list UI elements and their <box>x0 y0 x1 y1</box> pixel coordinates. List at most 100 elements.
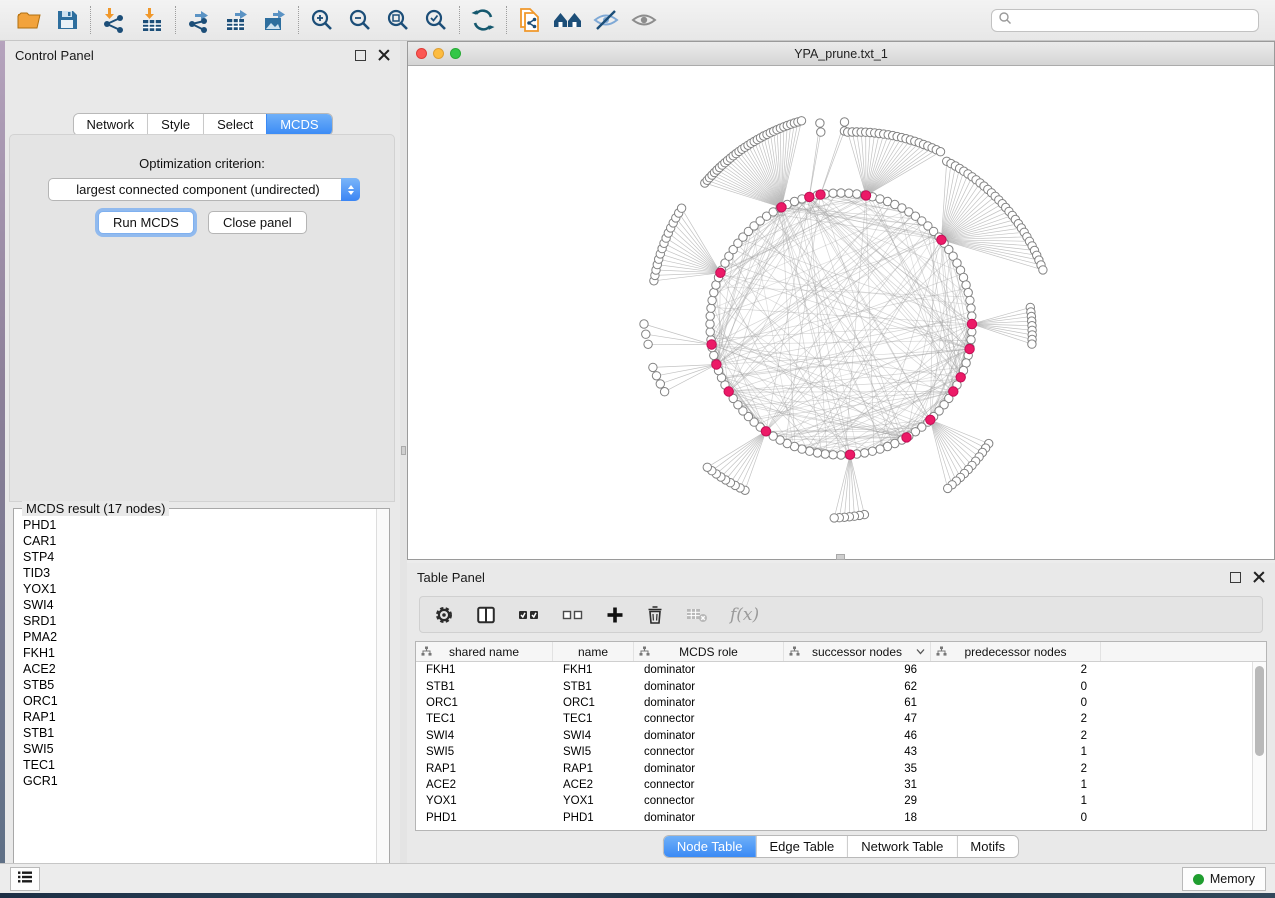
column-header-MCDS-role[interactable]: MCDS role <box>634 642 784 661</box>
search-input[interactable] <box>1012 13 1252 27</box>
tab-style[interactable]: Style <box>147 114 203 135</box>
new-network-from-selection-icon[interactable] <box>511 5 549 35</box>
mcds-result-item[interactable]: RAP1 <box>23 709 376 725</box>
table-cell: 1 <box>931 746 1101 758</box>
tab-network-table[interactable]: Network Table <box>847 836 956 857</box>
zoom-in-icon[interactable] <box>303 5 341 35</box>
zoom-out-icon[interactable] <box>341 5 379 35</box>
network-canvas[interactable] <box>408 66 1274 559</box>
table-cell: dominator <box>634 812 784 824</box>
table-cell: RAP1 <box>553 763 634 775</box>
save-icon[interactable] <box>48 5 86 35</box>
hide-selected-icon[interactable] <box>587 5 625 35</box>
table-row[interactable]: TEC1TEC1connector472 <box>416 711 1252 727</box>
table-row[interactable]: STB1STB1dominator620 <box>416 678 1252 694</box>
tab-node-table[interactable]: Node Table <box>664 836 756 857</box>
export-network-icon[interactable] <box>180 5 218 35</box>
vertical-splitter[interactable] <box>400 41 407 863</box>
mcds-tab-content: Optimization criterion: largest connecte… <box>9 134 395 502</box>
table-cell: 29 <box>784 795 931 807</box>
table-row[interactable]: SWI5SWI5connector431 <box>416 744 1252 760</box>
criterion-select[interactable]: largest connected component (undirected) <box>48 178 360 201</box>
show-panels-button[interactable] <box>10 867 40 891</box>
tab-network[interactable]: Network <box>73 114 147 135</box>
column-header-successor-nodes[interactable]: successor nodes <box>784 642 931 661</box>
memory-button[interactable]: Memory <box>1182 867 1266 891</box>
table-cell: TEC1 <box>553 713 634 725</box>
table-row[interactable]: YOX1YOX1connector291 <box>416 793 1252 809</box>
import-table-icon[interactable] <box>133 5 171 35</box>
mcds-result-item[interactable]: TEC1 <box>23 757 376 773</box>
table-row[interactable]: FKH1FKH1dominator962 <box>416 662 1252 678</box>
tab-motifs[interactable]: Motifs <box>956 836 1018 857</box>
mcds-result-item[interactable]: SRD1 <box>23 613 376 629</box>
export-image-icon[interactable] <box>256 5 294 35</box>
zoom-selected-icon[interactable] <box>417 5 455 35</box>
mcds-result-item[interactable]: CAR1 <box>23 533 376 549</box>
toolbar-separator <box>506 6 507 34</box>
table-scrollbar[interactable] <box>1252 662 1266 830</box>
table-cell: SWI4 <box>553 730 634 742</box>
mcds-result-item[interactable]: PMA2 <box>23 629 376 645</box>
table-cell: PHD1 <box>416 812 553 824</box>
application-window: { "main_toolbar": { "groups": [ ["open-f… <box>0 0 1275 898</box>
open-folder-icon[interactable] <box>10 5 48 35</box>
tab-edge-table[interactable]: Edge Table <box>755 836 847 857</box>
close-panel-icon[interactable] <box>378 49 390 61</box>
add-row-icon[interactable] <box>606 606 624 624</box>
mcds-result-item[interactable]: YOX1 <box>23 581 376 597</box>
mcds-result-item[interactable]: GCR1 <box>23 773 376 789</box>
mcds-result-item[interactable]: STB1 <box>23 725 376 741</box>
table-row[interactable]: ACE2ACE2connector311 <box>416 777 1252 793</box>
mcds-result-item[interactable]: TID3 <box>23 565 376 581</box>
mcds-result-list[interactable]: PHD1CAR1STP4TID3YOX1SWI4SRD1PMA2FKH1ACE2… <box>15 517 376 877</box>
close-table-panel-icon[interactable] <box>1253 571 1265 583</box>
table-cell: RAP1 <box>416 763 553 775</box>
export-table-icon[interactable] <box>218 5 256 35</box>
tab-select[interactable]: Select <box>203 114 266 135</box>
run-mcds-button[interactable]: Run MCDS <box>98 211 194 234</box>
column-header-predecessor-nodes[interactable]: predecessor nodes <box>931 642 1101 661</box>
memory-label: Memory <box>1210 872 1255 886</box>
table-cell: YOX1 <box>553 795 634 807</box>
table-body: FKH1FKH1dominator962STB1STB1dominator620… <box>416 662 1252 830</box>
delete-row-icon[interactable] <box>646 605 664 625</box>
mcds-result-item[interactable]: ORC1 <box>23 693 376 709</box>
mcds-result-item[interactable]: ACE2 <box>23 661 376 677</box>
table-cell: 35 <box>784 763 931 775</box>
horizontal-splitter[interactable] <box>836 554 845 560</box>
table-row[interactable]: ORC1ORC1dominator610 <box>416 695 1252 711</box>
column-header-shared-name[interactable]: shared name <box>416 642 553 661</box>
table-row[interactable]: RAP1RAP1dominator352 <box>416 760 1252 776</box>
mcds-result-item[interactable]: SWI5 <box>23 741 376 757</box>
columns-icon[interactable] <box>476 605 496 625</box>
table-cell: 2 <box>931 730 1101 742</box>
float-panel-icon[interactable] <box>355 50 366 61</box>
unselect-all-icon[interactable] <box>562 607 584 623</box>
table-row[interactable]: PHD1PHD1dominator180 <box>416 810 1252 826</box>
tab-mcds[interactable]: MCDS <box>266 114 331 135</box>
show-all-icon[interactable] <box>625 5 663 35</box>
close-panel-button[interactable]: Close panel <box>208 211 307 234</box>
select-all-icon[interactable] <box>518 607 540 623</box>
network-window-titlebar[interactable]: YPA_prune.txt_1 <box>408 42 1274 66</box>
float-table-panel-icon[interactable] <box>1230 572 1241 583</box>
first-neighbors-icon[interactable] <box>549 5 587 35</box>
mcds-result-item[interactable]: STP4 <box>23 549 376 565</box>
mcds-result-item[interactable]: PHD1 <box>23 517 376 533</box>
function-builder-icon[interactable]: f(x) <box>730 605 759 625</box>
main-toolbar <box>0 0 1275 41</box>
search-box[interactable] <box>991 9 1259 32</box>
column-header-name[interactable]: name <box>553 642 634 661</box>
mcds-list-scrollbar[interactable] <box>376 509 389 878</box>
delete-table-icon[interactable] <box>686 607 708 623</box>
gear-icon[interactable] <box>434 605 454 625</box>
table-row[interactable]: SWI4SWI4dominator462 <box>416 728 1252 744</box>
zoom-fit-icon[interactable] <box>379 5 417 35</box>
table-tabs: Node TableEdge TableNetwork TableMotifs <box>663 835 1019 858</box>
refresh-icon[interactable] <box>464 5 502 35</box>
mcds-result-item[interactable]: STB5 <box>23 677 376 693</box>
mcds-result-item[interactable]: SWI4 <box>23 597 376 613</box>
mcds-result-item[interactable]: FKH1 <box>23 645 376 661</box>
import-network-icon[interactable] <box>95 5 133 35</box>
